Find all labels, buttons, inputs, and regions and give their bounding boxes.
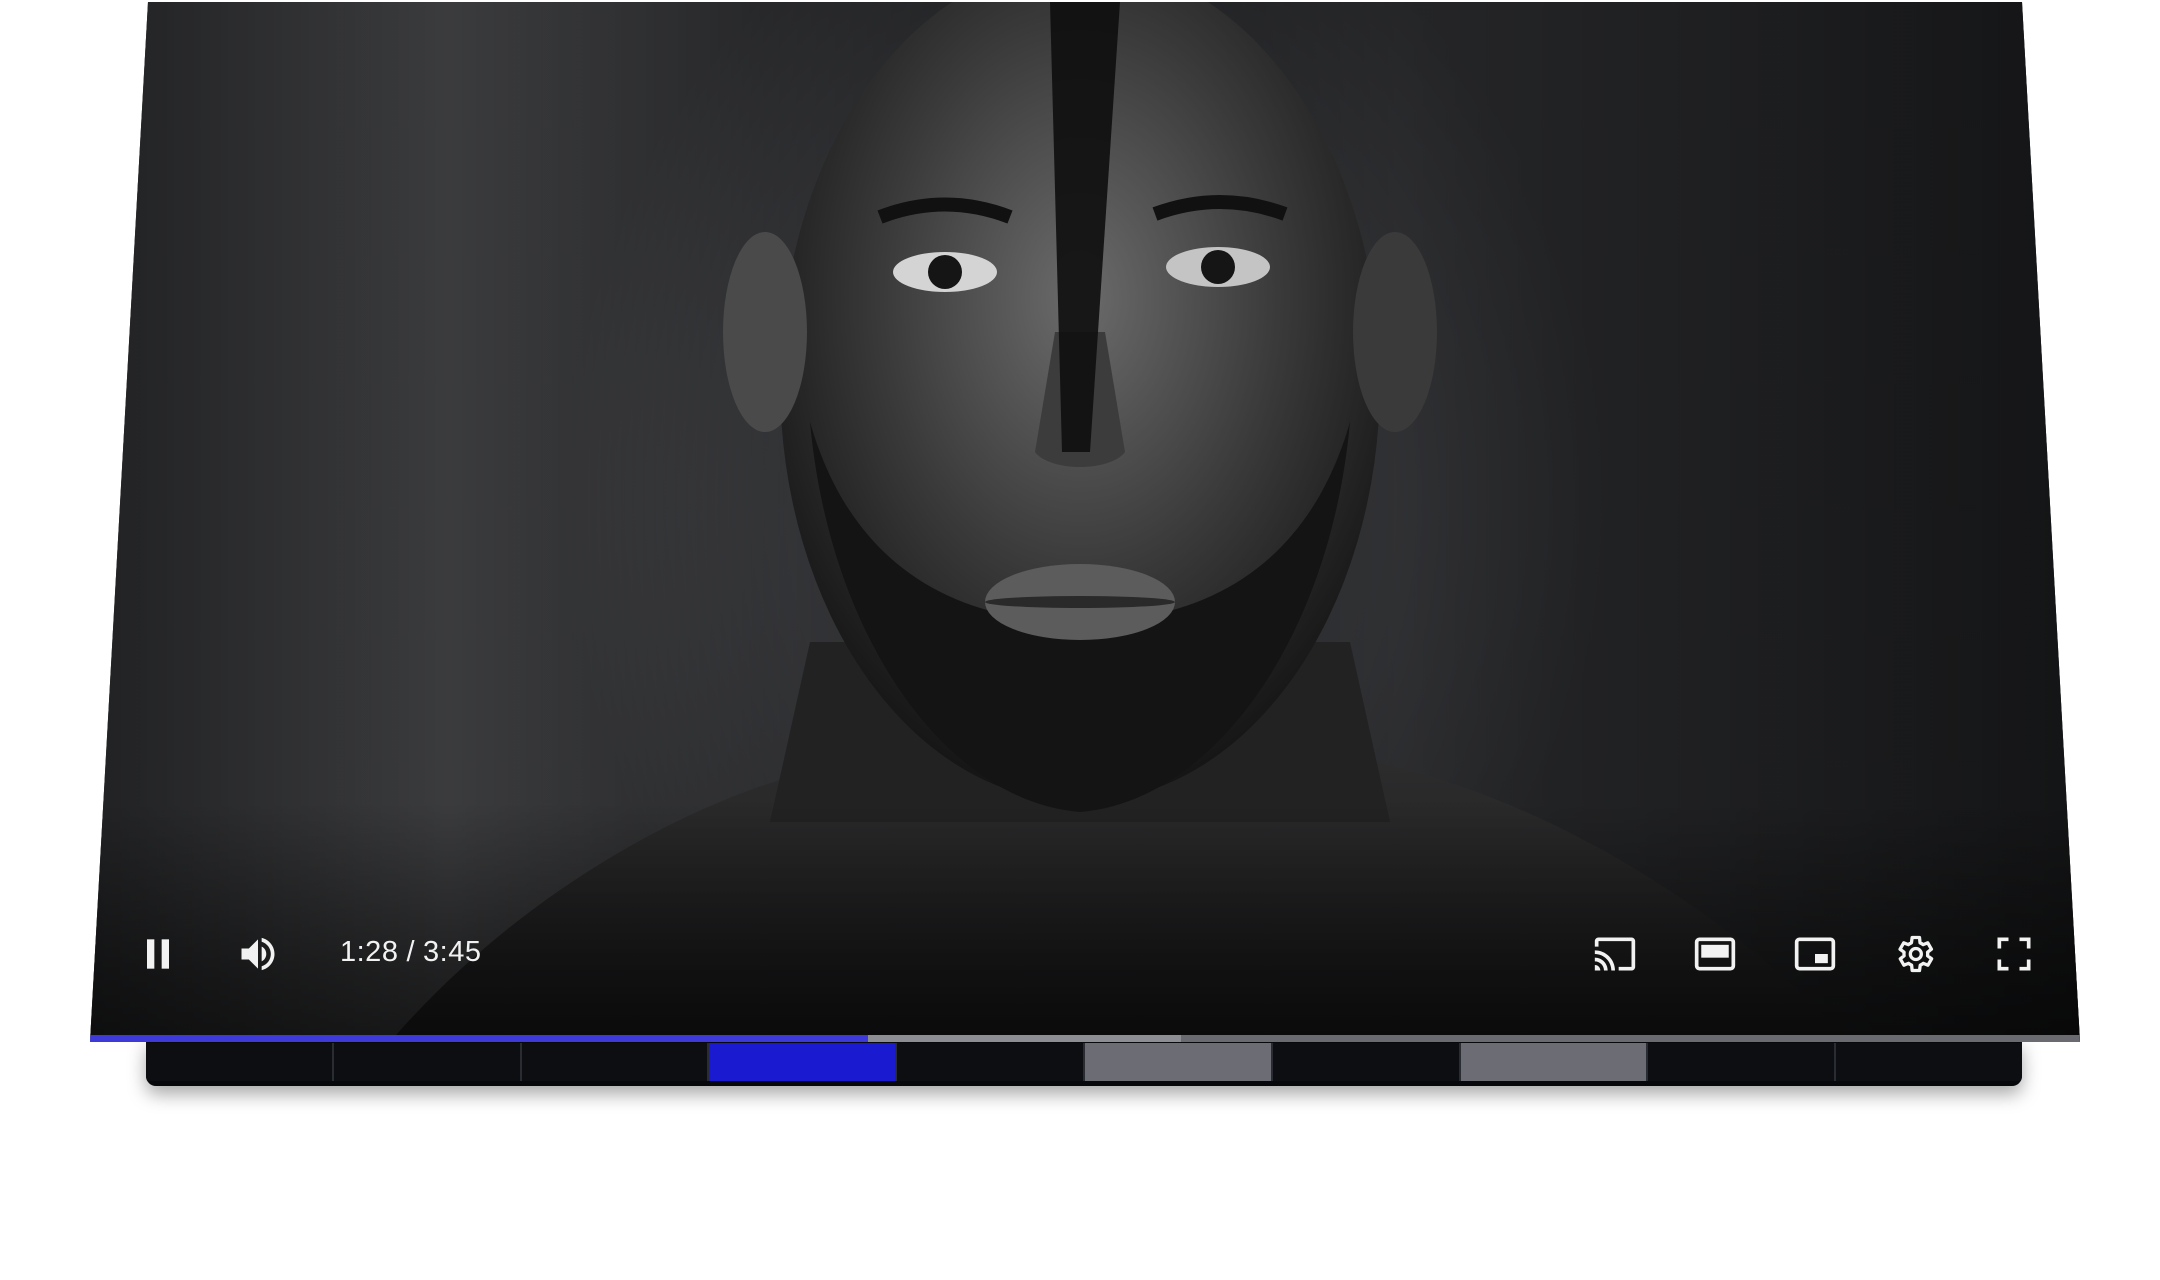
chapter-thumbnail[interactable]	[709, 1043, 898, 1081]
chapter-thumbnail[interactable]	[1272, 1043, 1461, 1081]
time-separator: /	[406, 936, 416, 968]
chapter-thumbnail[interactable]	[333, 1043, 522, 1081]
pause-icon	[147, 939, 169, 969]
seek-bar[interactable]	[90, 1035, 2080, 1042]
chapter-thumbnail-strip	[146, 1040, 2022, 1086]
volume-icon	[241, 937, 275, 971]
fullscreen-icon	[1997, 937, 2031, 971]
settings-gear-icon	[1898, 935, 1934, 973]
cast-button[interactable]	[1583, 922, 1647, 986]
played-progress	[90, 1035, 869, 1042]
pause-button[interactable]	[126, 922, 190, 986]
settings-button[interactable]	[1882, 922, 1946, 986]
miniplayer-button[interactable]	[1783, 922, 1847, 986]
player-control-bar: 1:28/3:45	[90, 922, 2080, 986]
chapter-thumbnail[interactable]	[521, 1043, 710, 1081]
fullscreen-button[interactable]	[1982, 922, 2046, 986]
time-display: 1:28/3:45	[340, 936, 481, 969]
current-time: 1:28	[340, 936, 399, 968]
chapter-thumbnail[interactable]	[1648, 1043, 1837, 1081]
theater-mode-button[interactable]	[1683, 922, 1747, 986]
theater-mode-icon	[1694, 937, 1736, 971]
chapter-thumbnail[interactable]	[897, 1043, 1085, 1081]
chapter-thumbnail[interactable]	[146, 1043, 334, 1081]
chapter-thumbnail[interactable]	[1460, 1043, 1649, 1081]
video-player-stage: 1:28/3:45	[0, 0, 2160, 1280]
cast-icon	[1594, 937, 1636, 971]
video-frame[interactable]	[90, 2, 2080, 1042]
video-player[interactable]: 1:28/3:45	[90, 2, 2080, 1042]
chapter-thumbnail[interactable]	[1084, 1043, 1273, 1081]
volume-button[interactable]	[226, 922, 290, 986]
miniplayer-icon	[1794, 937, 1836, 971]
duration: 3:45	[423, 936, 482, 968]
chapter-thumbnail[interactable]	[1836, 1043, 2022, 1081]
